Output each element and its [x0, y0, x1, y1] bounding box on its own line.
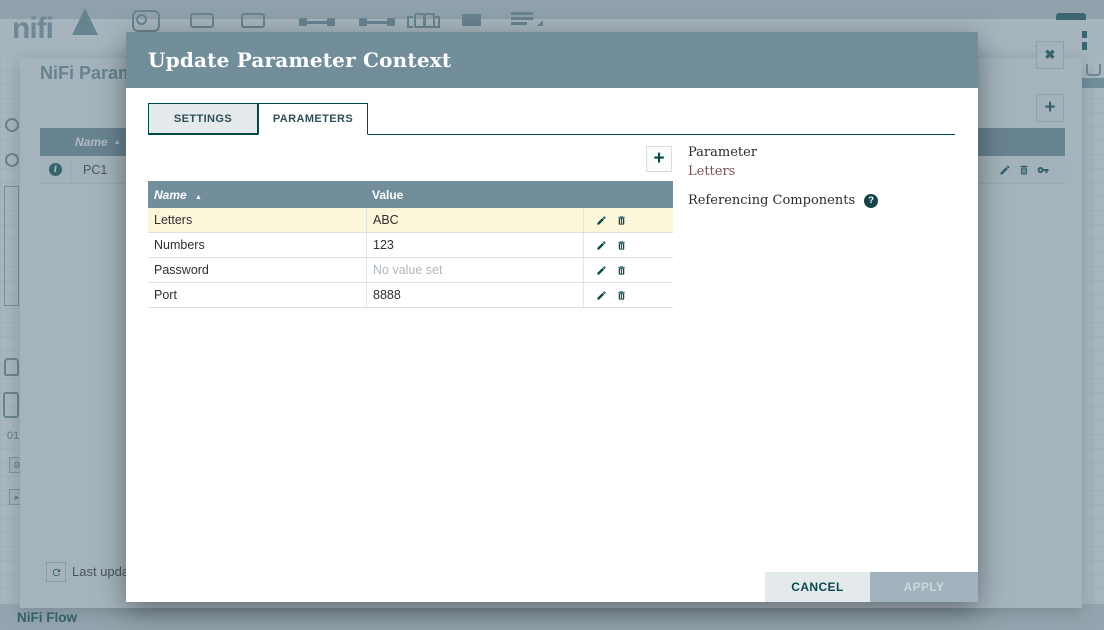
name-column-header[interactable]: Name ▲	[148, 188, 366, 202]
table-row[interactable]: Letters ABC	[148, 208, 673, 233]
tab-settings[interactable]: SETTINGS	[148, 103, 258, 134]
parameter-name: Letters	[154, 213, 193, 227]
delete-icon[interactable]	[616, 240, 627, 251]
parameter-value: ABC	[373, 213, 399, 227]
apply-button[interactable]: APPLY	[870, 572, 978, 602]
parameters-table: Name ▲ Value Letters ABC Numbers 123 Pas…	[148, 181, 673, 308]
edit-icon[interactable]	[596, 240, 607, 251]
parameter-details-panel: Parameter Letters Referencing Components…	[688, 145, 879, 208]
table-row[interactable]: Numbers 123	[148, 233, 673, 258]
parameter-name: Numbers	[154, 238, 205, 252]
parameter-selected-value: Letters	[688, 164, 736, 179]
referencing-components-label: Referencing Components	[688, 193, 856, 208]
parameter-label: Parameter	[688, 145, 758, 160]
add-parameter-button[interactable]: +	[646, 146, 672, 172]
parameter-value: 123	[373, 238, 394, 252]
edit-icon[interactable]	[596, 215, 607, 226]
value-column-header[interactable]: Value	[366, 188, 583, 202]
table-row[interactable]: Port 8888	[148, 283, 673, 308]
edit-icon[interactable]	[596, 265, 607, 276]
parameter-name: Port	[154, 288, 177, 302]
delete-icon[interactable]	[616, 215, 627, 226]
parameter-value-unset: No value set	[373, 263, 443, 277]
parameter-name: Password	[154, 263, 209, 277]
dialog-title: Update Parameter Context	[148, 48, 452, 72]
delete-icon[interactable]	[616, 290, 627, 301]
dialog-buttons: CANCEL APPLY	[765, 572, 978, 602]
parameter-value: 8888	[373, 288, 401, 302]
update-parameter-context-dialog: Update Parameter Context SETTINGS PARAME…	[126, 32, 978, 602]
referencing-components-row: Referencing Components ?	[688, 193, 879, 208]
sort-asc-icon: ▲	[195, 193, 202, 201]
table-row[interactable]: Password No value set	[148, 258, 673, 283]
delete-icon[interactable]	[616, 265, 627, 276]
dialog-header: Update Parameter Context	[126, 32, 978, 88]
tab-parameters[interactable]: PARAMETERS	[258, 103, 368, 135]
cancel-button[interactable]: CANCEL	[765, 572, 870, 602]
help-icon[interactable]: ?	[864, 193, 879, 208]
tab-bar: SETTINGS PARAMETERS	[148, 103, 955, 135]
edit-icon[interactable]	[596, 290, 607, 301]
parameters-table-header[interactable]: Name ▲ Value	[148, 181, 673, 208]
